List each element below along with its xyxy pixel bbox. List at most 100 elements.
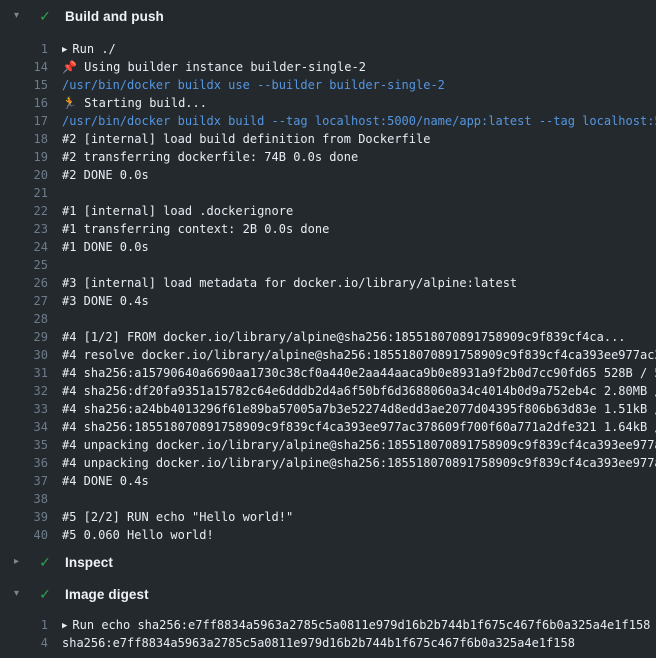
- line-number[interactable]: 33: [0, 400, 48, 418]
- step-section-image-digest: ▾ ✓ Image digest 1▶Run echo sha256:e7ff8…: [0, 578, 656, 654]
- step-section-build-and-push: ▾ ✓ Build and push 1▶Run ./14📌 Using bui…: [0, 0, 656, 546]
- line-number[interactable]: 25: [0, 256, 48, 274]
- log-line: 4sha256:e7ff8834a5963a2785c5a0811e979d16…: [0, 634, 656, 652]
- log-line: 15/usr/bin/docker buildx use --builder b…: [0, 76, 656, 94]
- log-line: 28: [0, 310, 656, 328]
- success-check-icon: ✓: [37, 9, 53, 23]
- line-number[interactable]: 29: [0, 328, 48, 346]
- log-text: [48, 310, 656, 328]
- log-text: [48, 184, 656, 202]
- line-number[interactable]: 39: [0, 508, 48, 526]
- step-header-inspect[interactable]: ▸ ✓ Inspect: [0, 546, 656, 578]
- success-check-icon: ✓: [37, 555, 53, 569]
- log-text: #4 unpacking docker.io/library/alpine@sh…: [48, 454, 656, 472]
- log-line: 36#4 unpacking docker.io/library/alpine@…: [0, 454, 656, 472]
- step-title: Inspect: [65, 555, 113, 570]
- run-group-toggle-icon[interactable]: ▶: [62, 41, 67, 58]
- line-number[interactable]: 31: [0, 364, 48, 382]
- log-line: 16🏃 Starting build...: [0, 94, 656, 112]
- line-number[interactable]: 30: [0, 346, 48, 364]
- step-title: Image digest: [65, 587, 149, 602]
- line-number[interactable]: 36: [0, 454, 48, 472]
- log-line: 39#5 [2/2] RUN echo "Hello world!": [0, 508, 656, 526]
- actions-log-viewer: ▾ ✓ Build and push 1▶Run ./14📌 Using bui…: [0, 0, 656, 658]
- log-line: 20#2 DONE 0.0s: [0, 166, 656, 184]
- line-number[interactable]: 27: [0, 292, 48, 310]
- log-text: #5 [2/2] RUN echo "Hello world!": [48, 508, 656, 526]
- line-number[interactable]: 38: [0, 490, 48, 508]
- log-text: #5 0.060 Hello world!: [48, 526, 656, 544]
- step-title: Build and push: [65, 9, 164, 24]
- log-line: 1▶Run ./: [0, 40, 656, 58]
- log-text: ▶Run echo sha256:e7ff8834a5963a2785c5a08…: [48, 616, 656, 634]
- step-log-image-digest: 1▶Run echo sha256:e7ff8834a5963a2785c5a0…: [0, 610, 656, 654]
- log-line: 18#2 [internal] load build definition fr…: [0, 130, 656, 148]
- log-line: 25: [0, 256, 656, 274]
- chevron-down-icon[interactable]: ▾: [14, 589, 28, 599]
- line-number[interactable]: 24: [0, 238, 48, 256]
- line-number[interactable]: 16: [0, 94, 48, 112]
- log-line: 30#4 resolve docker.io/library/alpine@sh…: [0, 346, 656, 364]
- line-number[interactable]: 1: [0, 40, 48, 58]
- log-text: #3 DONE 0.4s: [48, 292, 656, 310]
- line-number[interactable]: 20: [0, 166, 48, 184]
- log-line: 26#3 [internal] load metadata for docker…: [0, 274, 656, 292]
- log-text: [48, 490, 656, 508]
- log-text: sha256:e7ff8834a5963a2785c5a0811e979d16b…: [48, 634, 656, 652]
- log-line: 35#4 unpacking docker.io/library/alpine@…: [0, 436, 656, 454]
- line-number[interactable]: 26: [0, 274, 48, 292]
- log-text-command: /usr/bin/docker buildx build --tag local…: [48, 112, 656, 130]
- log-line: 29#4 [1/2] FROM docker.io/library/alpine…: [0, 328, 656, 346]
- line-number[interactable]: 23: [0, 220, 48, 238]
- line-number[interactable]: 28: [0, 310, 48, 328]
- log-text: #4 sha256:185518070891758909c9f839cf4ca3…: [48, 418, 656, 436]
- log-line: 19#2 transferring dockerfile: 74B 0.0s d…: [0, 148, 656, 166]
- line-number[interactable]: 19: [0, 148, 48, 166]
- chevron-right-icon[interactable]: ▸: [14, 557, 28, 567]
- log-line: 14📌 Using builder instance builder-singl…: [0, 58, 656, 76]
- log-line: 40#5 0.060 Hello world!: [0, 526, 656, 544]
- line-number[interactable]: 35: [0, 436, 48, 454]
- line-number[interactable]: 32: [0, 382, 48, 400]
- line-number[interactable]: 34: [0, 418, 48, 436]
- line-number[interactable]: 1: [0, 616, 48, 634]
- line-number[interactable]: 18: [0, 130, 48, 148]
- line-number[interactable]: 37: [0, 472, 48, 490]
- log-text: ▶Run ./: [48, 40, 656, 58]
- log-text: #4 [1/2] FROM docker.io/library/alpine@s…: [48, 328, 656, 346]
- log-line: 31#4 sha256:a15790640a6690aa1730c38cf0a4…: [0, 364, 656, 382]
- step-header-build-and-push[interactable]: ▾ ✓ Build and push: [0, 0, 656, 32]
- log-text: 🏃 Starting build...: [48, 94, 656, 112]
- step-section-inspect: ▸ ✓ Inspect: [0, 546, 656, 578]
- log-text: #3 [internal] load metadata for docker.i…: [48, 274, 656, 292]
- line-number[interactable]: 17: [0, 112, 48, 130]
- log-text: #4 resolve docker.io/library/alpine@sha2…: [48, 346, 656, 364]
- log-line: 1▶Run echo sha256:e7ff8834a5963a2785c5a0…: [0, 616, 656, 634]
- log-line: 23#1 transferring context: 2B 0.0s done: [0, 220, 656, 238]
- log-text: #4 sha256:a15790640a6690aa1730c38cf0a440…: [48, 364, 656, 382]
- log-line: 34#4 sha256:185518070891758909c9f839cf4c…: [0, 418, 656, 436]
- line-number[interactable]: 4: [0, 634, 48, 652]
- log-text: #4 sha256:a24bb4013296f61e89ba57005a7b3e…: [48, 400, 656, 418]
- line-number[interactable]: 21: [0, 184, 48, 202]
- log-line: 22#1 [internal] load .dockerignore: [0, 202, 656, 220]
- log-text: #2 DONE 0.0s: [48, 166, 656, 184]
- log-line: 37#4 DONE 0.4s: [0, 472, 656, 490]
- log-line: 32#4 sha256:df20fa9351a15782c64e6dddb2d4…: [0, 382, 656, 400]
- chevron-down-icon[interactable]: ▾: [14, 11, 28, 21]
- success-check-icon: ✓: [37, 587, 53, 601]
- log-text: #4 DONE 0.4s: [48, 472, 656, 490]
- line-number[interactable]: 15: [0, 76, 48, 94]
- log-line: 27#3 DONE 0.4s: [0, 292, 656, 310]
- line-number[interactable]: 14: [0, 58, 48, 76]
- line-number[interactable]: 22: [0, 202, 48, 220]
- step-header-image-digest[interactable]: ▾ ✓ Image digest: [0, 578, 656, 610]
- log-text: 📌 Using builder instance builder-single-…: [48, 58, 656, 76]
- line-number[interactable]: 40: [0, 526, 48, 544]
- log-line: 38: [0, 490, 656, 508]
- step-log-build-and-push: 1▶Run ./14📌 Using builder instance build…: [0, 32, 656, 546]
- log-text: #1 DONE 0.0s: [48, 238, 656, 256]
- log-text: #1 transferring context: 2B 0.0s done: [48, 220, 656, 238]
- log-text: #2 transferring dockerfile: 74B 0.0s don…: [48, 148, 656, 166]
- run-group-toggle-icon[interactable]: ▶: [62, 617, 67, 634]
